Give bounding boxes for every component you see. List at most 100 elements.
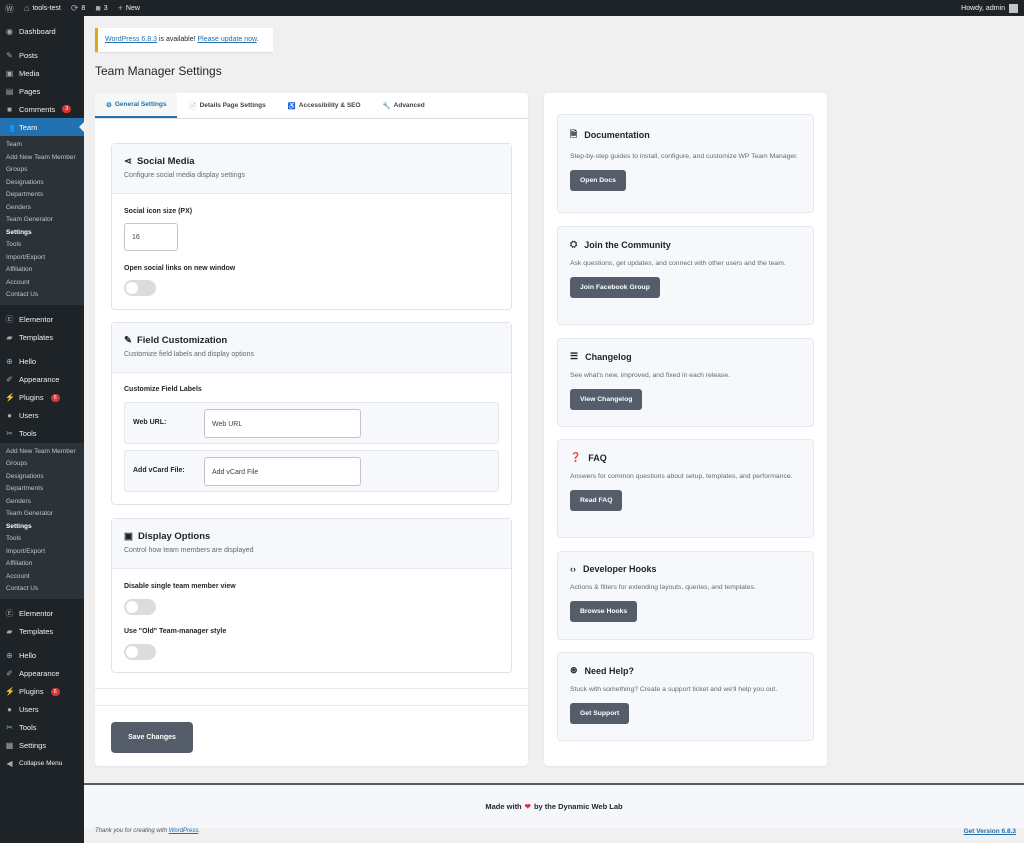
new-content-menu[interactable]: + New [113, 0, 145, 16]
updates-menu[interactable]: ⟳ 8 [66, 0, 90, 16]
menu-hello[interactable]: ⊕ Hello [0, 353, 84, 371]
team-submenu-item[interactable]: Import/Export [0, 252, 84, 265]
team-submenu-item[interactable]: Team [0, 139, 84, 152]
save-changes-button[interactable]: Save Changes [111, 722, 193, 753]
menu-users[interactable]: ● Users [0, 407, 84, 425]
team-submenu-item[interactable]: Account [0, 277, 84, 290]
wordpress-link[interactable]: WordPress [169, 828, 199, 834]
menu-templates-2[interactable]: ▰ Templates [0, 623, 84, 641]
new-window-toggle[interactable] [124, 280, 156, 296]
menu-team[interactable]: 👥 Team [0, 118, 84, 136]
team-submenu-item[interactable]: Groups [0, 164, 84, 177]
resource-title: Changelog [585, 351, 632, 362]
get-version-link[interactable]: Get Version 6.8.3 [964, 828, 1016, 835]
resource-button[interactable]: Join Facebook Group [570, 277, 660, 298]
site-name: tools-test [32, 4, 61, 12]
wp-version-link[interactable]: WordPress 6.8.3 [105, 36, 157, 43]
hello-icon: ⊕ [6, 357, 13, 366]
lifebuoy-icon: ⊛ [570, 665, 578, 675]
pencil-icon: ✎ [124, 335, 132, 346]
web-url-input[interactable]: Web URL [204, 409, 361, 438]
tools-submenu-item[interactable]: Add New Team Member [0, 446, 84, 459]
resource-button[interactable]: Read FAQ [570, 490, 623, 511]
team-submenu-item[interactable]: Settings [0, 227, 84, 240]
tools-submenu-item[interactable]: Account [0, 571, 84, 584]
share-icon: ⋖ [124, 156, 132, 167]
menu-users-2[interactable]: ● Users [0, 701, 84, 719]
wordpress-logo-icon: Ⓦ [5, 3, 15, 14]
menu-appearance-2[interactable]: ✐ Appearance [0, 665, 84, 683]
team-submenu-item[interactable]: Tools [0, 239, 84, 252]
menu-label: Tools [19, 723, 37, 732]
old-style-label: Use "Old" Team-manager style [124, 628, 227, 635]
tab-details-page-settings[interactable]: 📄 Details Page Settings [177, 93, 276, 118]
menu-comments[interactable]: ■ Comments 3 [0, 100, 84, 118]
community-icon: ⛭ [570, 239, 578, 249]
tools-submenu-item[interactable]: Genders [0, 496, 84, 509]
section-description: Configure social media display settings [124, 172, 246, 179]
tools-submenu-item[interactable]: Designations [0, 471, 84, 484]
menu-label: Hello [19, 357, 37, 366]
tab-general-settings[interactable]: ⚙ General Settings [95, 93, 178, 118]
vcard-input[interactable]: Add vCard File [204, 457, 361, 486]
team-submenu-item[interactable]: Add New Team Member [0, 152, 84, 165]
team-submenu-item[interactable]: Genders [0, 202, 84, 215]
team-submenu-item[interactable]: Designations [0, 177, 84, 190]
wp-logo-menu[interactable]: Ⓦ [0, 0, 19, 16]
tab-advanced[interactable]: 🔧 Advanced [372, 93, 436, 118]
resource-title-row: ‹› Developer Hooks [570, 564, 801, 574]
menu-posts[interactable]: ✎ Posts [0, 46, 84, 64]
menu-label: Users [19, 411, 39, 420]
resource-description: Ask questions, get updates, and connect … [570, 260, 786, 267]
site-name-menu[interactable]: ⌂ tools-test [19, 0, 66, 16]
menu-label: Appearance [19, 669, 60, 678]
tools-submenu-item[interactable]: Contact Us [0, 583, 84, 596]
disable-single-toggle[interactable] [124, 599, 156, 615]
menu-media[interactable]: ▣ Media [0, 64, 84, 82]
menu-appearance[interactable]: ✐ Appearance [0, 371, 84, 389]
menu-dashboard[interactable]: ◉ Dashboard [0, 22, 84, 40]
team-submenu: Team Add New Team Member Groups Designation… [0, 136, 84, 305]
resource-title-row: ❓ FAQ [570, 452, 801, 463]
menu-tools-2[interactable]: ✂ Tools [0, 719, 84, 737]
tools-submenu-item[interactable]: Tools [0, 533, 84, 546]
menu-tools[interactable]: ✂ Tools [0, 425, 84, 443]
menu-settings[interactable]: ▦ Settings [0, 737, 84, 755]
comments-menu[interactable]: ■ 3 [90, 0, 112, 16]
tools-submenu-item[interactable]: Import/Export [0, 546, 84, 559]
menu-pages[interactable]: ▤ Pages [0, 82, 84, 100]
tools-submenu-item[interactable]: Settings [0, 521, 84, 534]
resource-title: FAQ [588, 452, 607, 463]
collapse-menu[interactable]: ◀ Collapse Menu [0, 755, 84, 773]
resource-button[interactable]: Browse Hooks [570, 601, 638, 622]
resource-title-row: ⛭ Join the Community [570, 239, 801, 250]
tools-submenu-item[interactable]: Departments [0, 483, 84, 496]
media-icon: ▣ [5, 68, 14, 78]
menu-hello-2[interactable]: ⊕ Hello [0, 647, 84, 665]
notice-text: is available! [157, 36, 198, 43]
tools-submenu-item[interactable]: Team Generator [0, 508, 84, 521]
update-now-link[interactable]: Please update now [197, 36, 256, 43]
tools-submenu-item[interactable]: Groups [0, 458, 84, 471]
team-submenu-item[interactable]: Departments [0, 189, 84, 202]
menu-label: Pages [19, 86, 41, 96]
menu-label: Team [19, 122, 38, 132]
icon-size-input[interactable]: 16 [124, 223, 178, 251]
tab-accessibility-seo[interactable]: ♿ Accessibility & SEO [277, 93, 372, 118]
resource-button[interactable]: Get Support [570, 703, 630, 724]
tools-submenu-item[interactable]: Affiliation [0, 558, 84, 571]
resource-button[interactable]: Open Docs [570, 170, 626, 191]
menu-elementor-2[interactable]: Ⓔ Elementor [0, 605, 84, 623]
team-submenu-item[interactable]: Affiliation [0, 264, 84, 277]
menu-elementor[interactable]: Ⓔ Elementor [0, 311, 84, 329]
resource-button[interactable]: View Changelog [570, 389, 643, 410]
menu-templates[interactable]: ▰ Templates [0, 329, 84, 347]
hello-icon: ⊕ [6, 651, 13, 660]
menu-plugins-2[interactable]: ⚡ Plugins 6 [0, 683, 84, 701]
old-style-toggle[interactable] [124, 644, 156, 660]
menu-plugins[interactable]: ⚡ Plugins 6 [0, 389, 84, 407]
team-submenu-item[interactable]: Contact Us [0, 289, 84, 302]
my-account-menu[interactable]: Howdy, admin [961, 3, 1024, 13]
team-submenu-item[interactable]: Team Generator [0, 214, 84, 227]
settings-card: ⚙ General Settings 📄 Details Page Settings ♿… [95, 93, 528, 766]
